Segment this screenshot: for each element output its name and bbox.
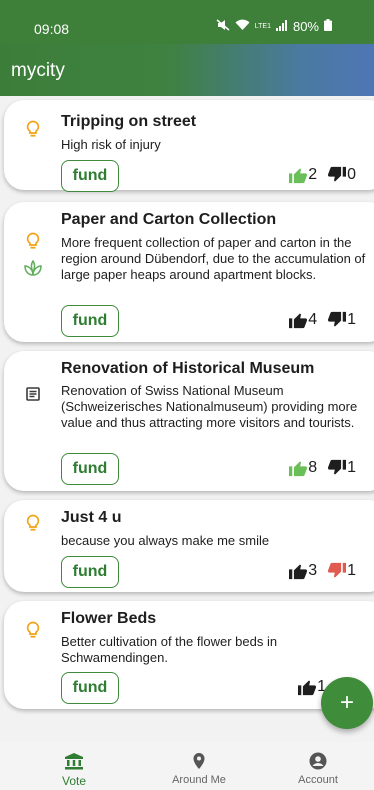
thumb-down-icon (327, 459, 347, 477)
thumb-up-icon (288, 166, 308, 184)
downvote-count: 1 (347, 562, 356, 579)
status-bar: 09:08 LTE1 80% (0, 0, 374, 44)
battery-percent: 80% (292, 19, 319, 34)
fund-button[interactable]: fund (61, 556, 119, 588)
downvote-button[interactable]: 0 (327, 166, 356, 184)
plus-icon: + (339, 689, 354, 716)
nav-label: Around Me (172, 774, 226, 786)
upvote-count: 4 (308, 311, 318, 328)
upvote-button[interactable]: 4 (288, 311, 317, 329)
location-pin-icon (192, 752, 206, 775)
nav-account[interactable]: Account (262, 742, 374, 790)
downvote-button[interactable]: 1 (327, 311, 356, 329)
status-icons: LTE1 80% (216, 19, 332, 34)
thumb-up-icon (288, 311, 308, 329)
thumb-down-icon (327, 311, 347, 329)
eco-leaf-icon (24, 259, 42, 281)
app-title: mycity (11, 60, 65, 81)
idea-title: Just 4 u (61, 509, 122, 526)
idea-description: Renovation of Swiss National Museum (Sch… (61, 383, 358, 430)
lightbulb-icon (26, 514, 40, 537)
fund-button[interactable]: fund (61, 672, 119, 704)
vote-controls: 2 0 (288, 166, 356, 184)
idea-description: Better cultivation of the flower beds in… (61, 634, 278, 665)
mute-icon (216, 19, 230, 34)
signal-icon (275, 19, 288, 34)
thumb-down-icon (327, 562, 347, 580)
idea-card[interactable]: Flower Beds Better cultivation of the fl… (4, 601, 374, 709)
idea-title: Paper and Carton Collection (61, 211, 277, 228)
lightbulb-icon (26, 232, 40, 255)
idea-card[interactable]: Renovation of Historical Museum Renovati… (4, 351, 374, 491)
wifi-icon (235, 19, 250, 34)
idea-list[interactable]: Tripping on street High risk of injury f… (0, 96, 374, 742)
article-icon (26, 387, 40, 406)
vote-controls: 4 1 (288, 311, 356, 329)
thumb-up-icon (297, 678, 317, 696)
network-lte-icon: LTE1 (254, 23, 271, 30)
downvote-button[interactable]: 1 (327, 459, 356, 477)
idea-title: Flower Beds (61, 610, 157, 627)
vote-controls: 8 1 (288, 459, 356, 477)
thumb-down-icon (327, 166, 347, 184)
fund-button[interactable]: fund (61, 453, 119, 485)
nav-around-me[interactable]: Around Me (137, 742, 261, 790)
vote-controls: 3 1 (288, 562, 356, 580)
downvote-count: 0 (347, 166, 356, 183)
thumb-up-icon (288, 459, 308, 477)
nav-label: Vote (61, 774, 87, 788)
app-bar: mycity (0, 44, 374, 96)
thumb-up-icon (288, 562, 308, 580)
idea-card[interactable]: Just 4 u because you always make me smil… (4, 500, 374, 592)
idea-card[interactable]: Paper and Carton Collection More frequen… (4, 202, 374, 342)
idea-title: Tripping on street (61, 113, 197, 130)
idea-card[interactable]: Tripping on street High risk of injury f… (4, 100, 374, 192)
upvote-count: 8 (308, 459, 318, 476)
lightbulb-icon (26, 621, 40, 644)
fund-button[interactable]: fund (61, 160, 119, 192)
fund-button[interactable]: fund (61, 305, 119, 337)
bank-icon (64, 752, 84, 775)
idea-description: High risk of injury (61, 137, 161, 152)
idea-title: Renovation of Historical Museum (61, 360, 315, 377)
account-circle-icon (309, 752, 327, 775)
downvote-button[interactable]: 1 (327, 562, 356, 580)
nav-vote[interactable]: Vote (12, 742, 136, 790)
lightbulb-icon (26, 120, 40, 143)
upvote-button[interactable]: 2 (288, 166, 317, 184)
upvote-button[interactable]: 3 (288, 562, 317, 580)
idea-description: More frequent collection of paper and ca… (61, 235, 366, 282)
upvote-count: 2 (308, 166, 318, 183)
downvote-count: 1 (347, 311, 356, 328)
upvote-count: 3 (308, 562, 318, 579)
bottom-navigation: Vote Around Me Account (0, 742, 374, 790)
idea-description: because you always make me smile (61, 533, 270, 548)
status-time: 09:08 (34, 21, 70, 37)
upvote-button[interactable]: 8 (288, 459, 317, 477)
downvote-count: 1 (347, 459, 356, 476)
battery-icon (324, 19, 332, 34)
nav-label: Account (298, 774, 338, 786)
add-idea-button[interactable]: + (321, 677, 373, 729)
